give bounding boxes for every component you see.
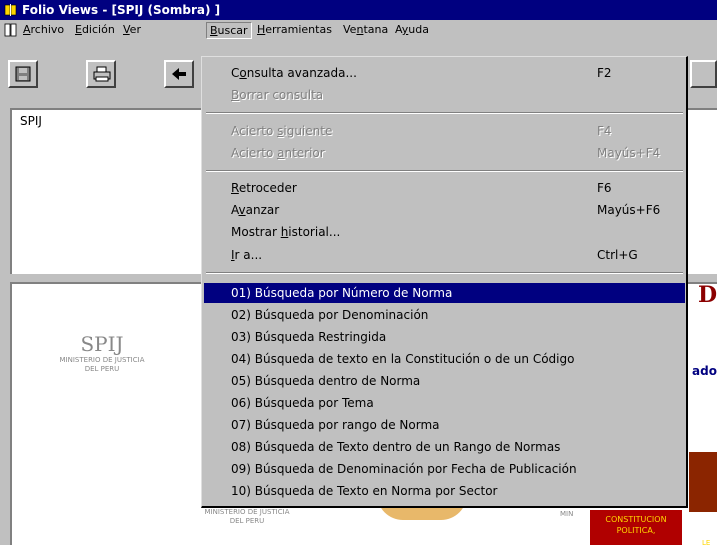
menu-ver[interactable]: Ver — [120, 22, 144, 38]
menu-separator — [206, 272, 683, 274]
shortcut-label: Mayús+F4 — [597, 146, 661, 160]
menu-item-mostrar-historial[interactable]: Mostrar historial... — [204, 222, 685, 242]
menu-bar: Archivo Edición Ver Buscar Herramientas … — [0, 20, 717, 40]
save-button[interactable] — [8, 60, 38, 88]
query-item-04[interactable]: 04) Búsqueda de texto en la Constitución… — [204, 349, 685, 369]
shortcut-label: F6 — [597, 181, 612, 195]
menu-ventana[interactable]: Ventana — [340, 22, 391, 38]
const-line1: CONSTITUCION — [605, 515, 667, 524]
side-text-fragment: ado — [692, 364, 717, 378]
query-item-09[interactable]: 09) Búsqueda de Denominación por Fecha d… — [204, 459, 685, 479]
title-bar[interactable]: Folio Views - [SPIJ (Sombra) ] — [0, 0, 717, 20]
menu-item-retroceder[interactable]: Retroceder F6 — [204, 178, 685, 198]
floppy-icon — [15, 66, 31, 82]
menu-edicion[interactable]: Edición — [72, 22, 118, 38]
logo-mark: SPIJ — [80, 332, 124, 356]
const-line2: POLITICA, — [616, 526, 656, 535]
back-button[interactable] — [164, 60, 194, 88]
query-item-10[interactable]: 10) Búsqueda de Texto en Norma por Secto… — [204, 481, 685, 501]
contents-root-label[interactable]: SPIJ — [20, 114, 42, 128]
ministry-line2: DEL PERU — [84, 365, 120, 373]
menu-separator — [206, 170, 683, 172]
print-button[interactable] — [86, 60, 116, 88]
toolbar-button-right[interactable] — [690, 60, 717, 88]
buscar-dropdown-menu: Consulta avanzada... F2 Borrar consulta … — [201, 56, 688, 508]
menu-herramientas[interactable]: Herramientas — [254, 22, 335, 38]
menu-item-consulta-avanzada[interactable]: Consulta avanzada... F2 — [204, 63, 685, 83]
folio-app-icon — [4, 4, 17, 16]
window-title: Folio Views - [SPIJ (Sombra) ] — [22, 3, 221, 17]
shortcut-label: Mayús+F6 — [597, 203, 661, 217]
constitucion-link[interactable]: CONSTITUCION POLITICA, — [590, 510, 682, 545]
min-fragment: MIN — [560, 510, 574, 518]
menu-item-avanzar[interactable]: Avanzar Mayús+F6 — [204, 200, 685, 220]
shortcut-label: F4 — [597, 124, 612, 138]
menu-item-acierto-anterior[interactable]: Acierto anterior Mayús+F4 — [204, 143, 685, 163]
menu-item-ir-a[interactable]: Ir a... Ctrl+G — [204, 245, 685, 265]
document-icon[interactable] — [4, 23, 18, 37]
arrow-left-icon — [172, 68, 186, 80]
query-item-02[interactable]: 02) Búsqueda por Denominación — [204, 305, 685, 325]
shortcut-label: Ctrl+G — [597, 248, 638, 262]
shortcut-label: F2 — [597, 66, 612, 80]
menu-archivo[interactable]: Archivo — [20, 22, 67, 38]
query-item-07[interactable]: 07) Búsqueda por rango de Norma — [204, 415, 685, 435]
menu-buscar[interactable]: Buscar — [206, 22, 252, 39]
query-item-08[interactable]: 08) Búsqueda de Texto dentro de un Rango… — [204, 437, 685, 457]
ministry-line1: MINISTERIO DE JUSTICIA — [59, 356, 145, 364]
le-fragment: LE — [702, 539, 711, 545]
printer-icon — [93, 66, 111, 82]
ministry-logo-footer: MINISTERIO DE JUSTICIA DEL PERU — [192, 508, 302, 526]
ministry-logo: SPIJ MINISTERIO DE JUSTICIA DEL PERU — [32, 332, 172, 374]
menu-separator — [206, 112, 683, 114]
query-item-03[interactable]: 03) Búsqueda Restringida — [204, 327, 685, 347]
menu-item-acierto-siguiente[interactable]: Acierto siguiente F4 — [204, 121, 685, 141]
menu-ayuda[interactable]: Ayuda — [392, 22, 432, 38]
ministry-footer-line1: MINISTERIO DE JUSTICIA — [204, 508, 290, 516]
heading-fragment: D — [698, 282, 717, 308]
query-item-06[interactable]: 06) Búsqueda por Tema — [204, 393, 685, 413]
ministry-footer-line2: DEL PERU — [229, 517, 265, 525]
query-item-05[interactable]: 05) Búsqueda dentro de Norma — [204, 371, 685, 391]
decorative-band — [689, 452, 717, 512]
menu-item-borrar-consulta[interactable]: Borrar consulta — [204, 85, 685, 105]
query-item-01[interactable]: 01) Búsqueda por Número de Norma — [204, 283, 685, 303]
